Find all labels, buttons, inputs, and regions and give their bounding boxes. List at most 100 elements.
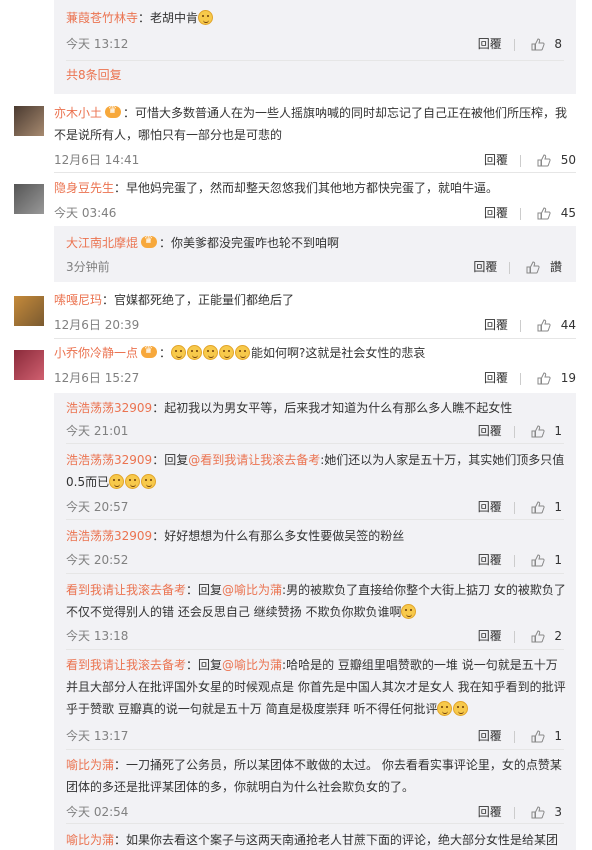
avatar[interactable]: [14, 106, 44, 136]
reply-box: 大江南北摩焜：你美爹都没完蛋咋也轮不到咱啊 3分钟前 回覆 讚: [54, 226, 576, 282]
mention-link[interactable]: @喻比为蒲: [222, 658, 282, 672]
reply-item: 浩浩荡荡32909：回复@看到我请让我滚去备考:她们还以为人家是五十万，其实她们…: [66, 453, 565, 489]
vip-badge-icon: [105, 104, 122, 118]
comment-text: 隐身豆先生：早他妈完蛋了，然而却整天忽悠我们其他地方都快完蛋了，就咱牛逼。: [54, 181, 499, 195]
like-count: 44: [560, 318, 576, 332]
emoji-icon: [125, 474, 141, 489]
emoji-icon: [219, 345, 235, 360]
like-icon[interactable]: [537, 319, 551, 332]
avatar[interactable]: [14, 184, 44, 214]
reply-item: 浩浩荡荡32909：好好想想为什么有那么多女性要做吴签的粉丝: [66, 529, 405, 543]
username-link[interactable]: 看到我请让我滚去备考: [66, 658, 186, 672]
reply-actions: 回覆 讚: [473, 258, 562, 275]
reply-button[interactable]: 回覆: [478, 729, 502, 743]
comment-text: 亦木小土：可惜大多数普通人在为一些人摇旗呐喊的同时却忘记了自己正在被他们所压榨，…: [54, 102, 574, 146]
like-icon[interactable]: [531, 630, 545, 643]
reply-item: 看到我请让我滚去备考：回复@喻比为蒲:哈哈是的 豆瓣组里唱赞歌的一堆 说一句就是…: [66, 658, 566, 716]
username-link[interactable]: 浩浩荡荡32909: [66, 529, 152, 543]
like-label: 讚: [549, 260, 562, 274]
like-icon[interactable]: [531, 38, 545, 51]
username-link[interactable]: 浩浩荡荡32909: [66, 401, 152, 415]
reply-item: 喻比为蒲：如果你去看这个案子与这两天南通抢老人甘蔗下面的评论，绝大部分女性是给某…: [66, 833, 559, 847]
reply-actions: 回覆 3: [478, 803, 562, 820]
reply-button[interactable]: 回覆: [484, 153, 508, 167]
username-link[interactable]: 大江南北摩焜: [66, 236, 138, 250]
like-icon[interactable]: [537, 207, 551, 220]
reply-item: 喻比为蒲：一刀捅死了公务员，所以某团体不敢做的太过。 你去看看实事评论里，女的点…: [66, 758, 562, 794]
reply-item: 浩浩荡荡32909：起初我以为男女平等，后来我才知道为什么有那么多人瞧不起女性: [66, 401, 513, 415]
username-link[interactable]: 隐身豆先生: [54, 181, 114, 195]
comment-actions: 回覆 44: [484, 316, 576, 333]
like-icon[interactable]: [531, 730, 545, 743]
like-count: 45: [560, 206, 576, 220]
reply-actions: 回覆 1: [478, 727, 562, 744]
avatar[interactable]: [14, 296, 44, 326]
timestamp: 今天 20:52: [66, 553, 129, 567]
like-count: 1: [554, 729, 562, 743]
comment-text: 嗦嘎尼玛：官媒都死绝了，正能量们都绝后了: [54, 293, 295, 307]
like-count: 19: [560, 371, 576, 385]
reply-box: 蒹葭苍竹林寺：老胡中肯 今天 13:12 回覆 8 共8条回复: [54, 0, 576, 94]
comment-text: 小乔你冷静一点：能如何啊?这就是社会女性的悲哀: [54, 342, 574, 364]
like-icon[interactable]: [531, 501, 545, 514]
reply-item: 大江南北摩焜：你美爹都没完蛋咋也轮不到咱啊: [66, 232, 566, 254]
reply-actions: 回覆 1: [478, 551, 562, 568]
like-icon[interactable]: [526, 261, 540, 274]
more-replies-link[interactable]: 共8条回复: [66, 66, 122, 83]
reply-button[interactable]: 回覆: [473, 260, 497, 274]
username-link[interactable]: 喻比为蒲: [66, 833, 114, 847]
reply-actions: 回覆 1: [478, 422, 562, 439]
colon: ：: [159, 346, 172, 360]
timestamp: 12月6日 14:41: [54, 153, 140, 167]
reply-actions: 回覆 8: [478, 35, 562, 52]
like-icon[interactable]: [531, 806, 545, 819]
reply-button[interactable]: 回覆: [478, 629, 502, 643]
username-link[interactable]: 浩浩荡荡32909: [66, 453, 152, 467]
reply-button[interactable]: 回覆: [484, 206, 508, 220]
timestamp: 12月6日 15:27: [54, 371, 140, 385]
username-link[interactable]: 小乔你冷静一点: [54, 346, 138, 360]
username-link[interactable]: 看到我请让我滚去备考: [66, 583, 186, 597]
like-icon[interactable]: [537, 154, 551, 167]
emoji-icon: [198, 10, 214, 25]
avatar[interactable]: [14, 350, 44, 380]
emoji-icon: [141, 474, 157, 489]
like-icon[interactable]: [531, 425, 545, 438]
timestamp: 今天 21:01: [66, 424, 129, 438]
emoji-icon: [235, 345, 251, 360]
like-count: 3: [554, 805, 562, 819]
comment-actions: 回覆 45: [484, 204, 576, 221]
reply-item: 看到我请让我滚去备考：回复@喻比为蒲:男的被欺负了直接给你整个大街上掂刀 女的被…: [66, 583, 566, 619]
reply-actions: 回覆 2: [478, 627, 562, 644]
emoji-icon: [203, 345, 219, 360]
username-link[interactable]: 嗦嘎尼玛: [54, 293, 102, 307]
comment-actions: 回覆 50: [484, 151, 576, 168]
reply-button[interactable]: 回覆: [484, 371, 508, 385]
timestamp: 今天 20:57: [66, 500, 129, 514]
emoji-icon: [437, 701, 453, 716]
reply-button[interactable]: 回覆: [478, 805, 502, 819]
reply-button[interactable]: 回覆: [478, 500, 502, 514]
reply-button[interactable]: 回覆: [478, 553, 502, 567]
like-count: 1: [554, 500, 562, 514]
vip-badge-icon: [141, 234, 158, 248]
mention-link[interactable]: @看到我请让我滚去备考: [188, 453, 320, 467]
reply-button[interactable]: 回覆: [484, 318, 508, 332]
like-icon[interactable]: [537, 372, 551, 385]
reply-button[interactable]: 回覆: [478, 37, 502, 51]
timestamp: 今天 02:54: [66, 805, 129, 819]
username-link[interactable]: 蒹葭苍竹林寺: [66, 11, 138, 25]
timestamp: 今天 13:12: [66, 37, 129, 51]
like-icon[interactable]: [531, 554, 545, 567]
timestamp: 今天 13:18: [66, 629, 129, 643]
reply-box: 浩浩荡荡32909：起初我以为男女平等，后来我才知道为什么有那么多人瞧不起女性 …: [54, 393, 576, 850]
mention-link[interactable]: @喻比为蒲: [222, 583, 282, 597]
timestamp: 12月6日 20:39: [54, 318, 140, 332]
like-count: 8: [554, 37, 562, 51]
like-count: 1: [554, 424, 562, 438]
reply-actions: 回覆 1: [478, 498, 562, 515]
username-link[interactable]: 喻比为蒲: [66, 758, 114, 772]
username-link[interactable]: 亦木小土: [54, 106, 102, 120]
timestamp: 3分钟前: [66, 260, 110, 274]
reply-button[interactable]: 回覆: [478, 424, 502, 438]
